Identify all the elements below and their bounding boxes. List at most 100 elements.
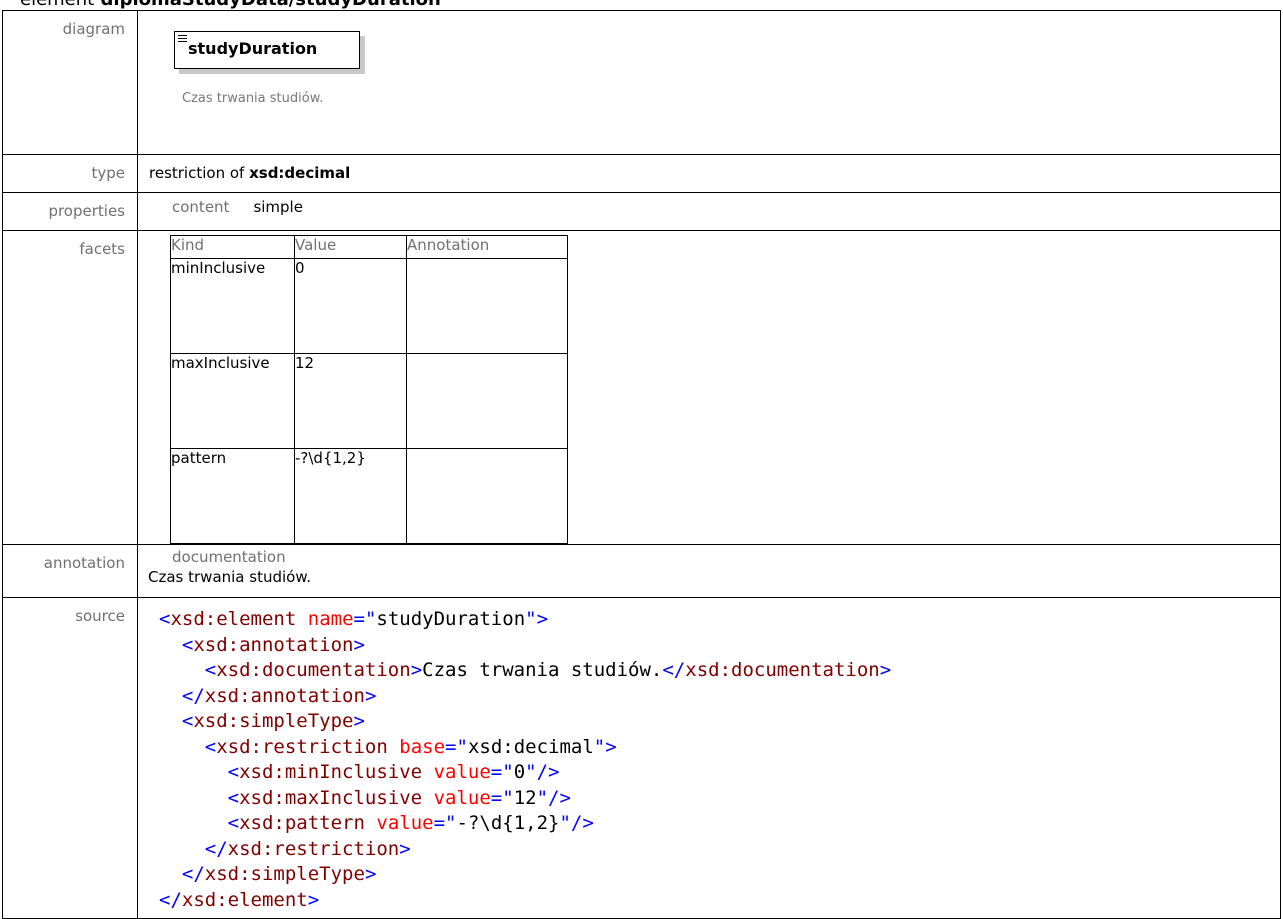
property-value: simple bbox=[253, 198, 303, 216]
facets-cell: Kind Value Annotation minInclusive 0 max… bbox=[137, 230, 1281, 545]
source-token-val: studyDuration bbox=[376, 608, 526, 630]
annotation-cell: documentation Czas trwania studiów. bbox=[137, 544, 1281, 598]
source-token-tag: xsd:simpleType bbox=[193, 710, 354, 732]
heading-path: diplomaStudyData/studyDuration bbox=[101, 0, 441, 10]
annotation-heading: documentation bbox=[172, 548, 286, 566]
source-token-br: = bbox=[445, 735, 457, 758]
source-token-sp bbox=[388, 736, 399, 758]
row-label-properties: properties bbox=[2, 192, 138, 231]
facet-annotation bbox=[406, 353, 568, 449]
facet-row: maxInclusive 12 bbox=[170, 353, 568, 449]
source-line: <xsd:annotation> bbox=[159, 634, 365, 656]
row-facets: facets Kind Value Annotation minInclusiv… bbox=[2, 230, 1281, 545]
source-token-br: </ bbox=[181, 684, 205, 707]
source-token-tag: xsd:simpleType bbox=[204, 863, 365, 885]
facets-header-value: Value bbox=[294, 235, 407, 259]
facets-header-kind: Kind bbox=[170, 235, 295, 259]
source-token-tag: xsd:pattern bbox=[239, 812, 365, 834]
source-token-br: = bbox=[433, 812, 446, 834]
facet-value: 0 bbox=[294, 258, 407, 354]
row-annotation: annotation documentation Czas trwania st… bbox=[2, 544, 1281, 598]
source-token-br: > bbox=[399, 837, 411, 860]
source-token-sp bbox=[296, 608, 307, 630]
row-label-diagram: diagram bbox=[2, 10, 138, 155]
source-token-br: " bbox=[456, 735, 468, 758]
source-token-br: = bbox=[353, 608, 365, 630]
element-content-icon bbox=[178, 35, 187, 44]
source-token-sp bbox=[365, 812, 376, 834]
source-token-br: /> bbox=[570, 812, 594, 834]
source-token-tag: xsd:element bbox=[170, 608, 297, 630]
source-token-tag: xsd:restriction bbox=[216, 735, 388, 758]
source-line: <xsd:restriction base="xsd:decimal"> bbox=[159, 736, 617, 758]
source-token-br: " bbox=[559, 812, 571, 834]
source-code-block: <xsd:element name="studyDuration"> <xsd:… bbox=[138, 598, 1280, 913]
source-line: <xsd:minInclusive value="0"/> bbox=[159, 761, 560, 783]
source-token-br: < bbox=[181, 710, 194, 732]
facet-value: 12 bbox=[294, 353, 407, 449]
type-base-link[interactable]: xsd:decimal bbox=[249, 164, 350, 182]
source-token-br: < bbox=[181, 633, 194, 656]
source-token-br: = bbox=[490, 786, 503, 809]
source-token-br: < bbox=[204, 735, 217, 758]
facet-kind: pattern bbox=[170, 448, 295, 544]
source-token-attr: name bbox=[307, 608, 354, 630]
source-token-val: -?\d{1,2} bbox=[456, 812, 560, 834]
source-token-br: " bbox=[525, 761, 537, 783]
type-prefix: restriction of bbox=[149, 164, 245, 182]
source-token-val: Czas trwania studiów. bbox=[422, 659, 663, 681]
source-token-val: xsd:decimal bbox=[467, 735, 594, 758]
source-token-br: > bbox=[410, 659, 423, 681]
row-source: source <xsd:element name="studyDuration"… bbox=[2, 597, 1281, 919]
diagram-element-name: studyDuration bbox=[188, 39, 318, 58]
source-token-br: > bbox=[307, 888, 320, 911]
facet-row: pattern -?\d{1,2} bbox=[170, 448, 568, 544]
source-token-tag: xsd:annotation bbox=[204, 684, 365, 707]
source-token-br: > bbox=[364, 863, 377, 885]
source-token-br: </ bbox=[181, 863, 205, 885]
property-key: content bbox=[172, 198, 230, 216]
source-token-br: " bbox=[536, 786, 549, 809]
facet-annotation bbox=[406, 258, 568, 354]
facet-kind: maxInclusive bbox=[170, 353, 295, 449]
source-token-tag: xsd:documentation bbox=[216, 659, 411, 681]
source-line: </xsd:element> bbox=[159, 889, 319, 911]
source-token-br: > bbox=[353, 710, 365, 732]
source-token-tag: xsd:minInclusive bbox=[239, 761, 423, 783]
source-token-br: > bbox=[364, 684, 377, 707]
source-token-tag: xsd:maxInclusive bbox=[239, 786, 423, 809]
source-line: <xsd:pattern value="-?\d{1,2}"/> bbox=[159, 812, 594, 834]
row-properties: properties content simple bbox=[2, 192, 1281, 231]
diagram-cell: studyDuration Czas trwania studiów. bbox=[137, 10, 1281, 155]
source-token-br: " bbox=[445, 812, 457, 834]
source-line: <xsd:simpleType> bbox=[159, 710, 365, 732]
source-token-br: = bbox=[490, 761, 503, 783]
annotation-text: Czas trwania studiów. bbox=[148, 568, 311, 586]
facet-row: minInclusive 0 bbox=[170, 258, 568, 354]
row-label-source: source bbox=[2, 597, 138, 919]
source-token-val: 12 bbox=[513, 786, 537, 809]
source-token-br: </ bbox=[662, 659, 686, 681]
source-token-br: " bbox=[502, 786, 514, 809]
source-token-attr: value bbox=[433, 761, 491, 783]
row-label-type: type bbox=[2, 154, 138, 193]
row-type: type restriction of xsd:decimal bbox=[2, 154, 1281, 193]
source-token-br: > bbox=[353, 633, 365, 656]
source-token-tag: xsd:documentation bbox=[685, 659, 880, 681]
source-token-br: > bbox=[879, 659, 892, 681]
source-token-br: " bbox=[364, 608, 377, 630]
source-token-br: </ bbox=[159, 888, 182, 911]
element-diagram-box[interactable]: studyDuration bbox=[174, 31, 360, 69]
facets-header-annotation: Annotation bbox=[406, 235, 568, 259]
source-token-br: < bbox=[227, 812, 240, 834]
facets-table: Kind Value Annotation minInclusive 0 max… bbox=[170, 235, 568, 544]
source-line: <xsd:maxInclusive value="12"/> bbox=[159, 787, 571, 809]
source-token-attr: value bbox=[376, 812, 434, 834]
source-token-sp bbox=[422, 787, 433, 809]
source-line: </xsd:annotation> bbox=[159, 684, 377, 707]
source-token-val: 0 bbox=[513, 761, 526, 783]
source-line: <xsd:element name="studyDuration"> bbox=[159, 608, 548, 630]
source-token-tag: xsd:element bbox=[181, 888, 308, 911]
heading-label: element bbox=[20, 0, 94, 10]
source-token-br: " bbox=[593, 735, 606, 758]
